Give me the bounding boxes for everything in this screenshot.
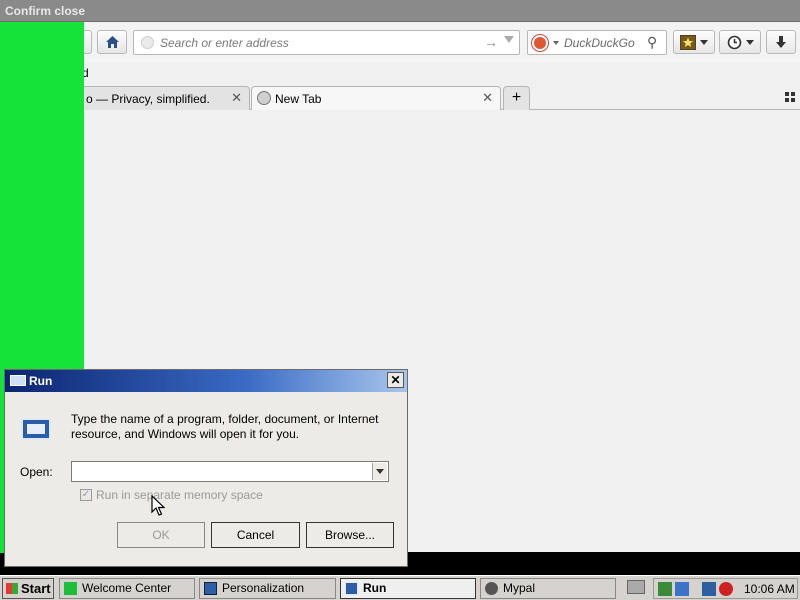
chevron-down-icon — [700, 39, 708, 45]
mouse-cursor-icon — [151, 495, 165, 516]
close-button[interactable]: ✕ — [387, 372, 404, 388]
network-status-icon[interactable] — [675, 582, 689, 596]
taskbar-item-mypal[interactable]: Mypal — [480, 578, 616, 599]
go-arrow-icon[interactable]: → — [484, 34, 498, 50]
bookmark-star-icon — [680, 34, 696, 50]
volume-muted-icon[interactable] — [719, 582, 733, 596]
address-bar[interactable]: Search or enter address → — [133, 30, 520, 55]
tab-title: New Tab — [275, 92, 322, 106]
network-icon[interactable] — [702, 582, 716, 596]
welcome-center-icon — [64, 582, 77, 595]
system-tray: 10:06 AM — [653, 578, 798, 599]
tab-duckduckgo[interactable]: o — Privacy, simplified. ✕ — [60, 86, 250, 110]
run-icon — [345, 582, 358, 595]
taskbar-item-personalization[interactable]: Personalization — [199, 578, 336, 599]
confirm-close-titlebar: Confirm close — [0, 0, 800, 22]
confirm-close-title: Confirm close — [5, 4, 86, 18]
keyboard-icon[interactable] — [627, 580, 645, 594]
start-button[interactable]: Start — [2, 578, 54, 599]
history-dropdown-icon[interactable] — [504, 36, 514, 43]
globe-icon — [141, 36, 154, 49]
separate-memory-checkbox[interactable]: ✓ — [80, 489, 92, 501]
task-label: Mypal — [503, 581, 536, 595]
address-placeholder: Search or enter address — [160, 36, 289, 50]
clock[interactable]: 10:06 AM — [744, 582, 795, 596]
open-dropdown-button[interactable] — [372, 463, 387, 480]
tab-groups-icon[interactable] — [785, 92, 795, 102]
ok-button[interactable]: OK — [117, 522, 205, 548]
navigation-toolbar: Search or enter address → DuckDuckGo ⚲ — [0, 22, 800, 62]
download-arrow-icon — [776, 36, 786, 48]
task-label: Personalization — [222, 581, 305, 595]
taskbar-item-welcome-center[interactable]: Welcome Center — [59, 578, 195, 599]
start-label: Start — [21, 581, 51, 596]
chevron-down-icon — [745, 39, 754, 45]
search-engine-placeholder: DuckDuckGo — [564, 36, 635, 50]
separate-memory-label: Run in separate memory space — [96, 488, 263, 502]
tab-new-tab[interactable]: New Tab ✕ — [251, 86, 501, 111]
globe-icon — [257, 91, 271, 105]
security-shield-icon[interactable] — [658, 582, 672, 596]
tab-title: o — Privacy, simplified. — [86, 92, 210, 106]
chevron-down-icon — [376, 469, 384, 474]
task-label: Welcome Center — [82, 581, 172, 595]
open-label: Open: — [20, 465, 53, 479]
windows-logo-icon — [6, 583, 18, 594]
run-title-icon — [10, 375, 26, 386]
open-combobox[interactable] — [71, 461, 389, 482]
run-dialog: Run ✕ Type the name of a program, folder… — [4, 369, 408, 567]
cancel-button[interactable]: Cancel — [211, 522, 300, 548]
open-input[interactable] — [74, 464, 369, 479]
tab-close-icon[interactable]: ✕ — [231, 90, 242, 106]
taskbar-item-run[interactable]: Run — [340, 578, 476, 599]
run-titlebar[interactable]: Run ✕ — [5, 370, 407, 392]
bookmarks-button[interactable] — [673, 30, 715, 54]
clock-icon — [727, 35, 741, 49]
browse-button[interactable]: Browse... — [306, 522, 394, 548]
tab-strip: o — Privacy, simplified. ✕ New Tab ✕ + — [0, 86, 800, 111]
tab-close-icon[interactable]: ✕ — [482, 90, 493, 106]
new-tab-button[interactable]: + — [503, 86, 530, 110]
home-button[interactable] — [97, 30, 127, 54]
run-title: Run — [29, 374, 53, 388]
engine-caret-icon[interactable] — [553, 41, 559, 45]
search-icon[interactable]: ⚲ — [647, 34, 657, 51]
home-icon — [105, 36, 119, 48]
run-program-icon — [21, 418, 51, 440]
personalization-icon — [204, 582, 217, 595]
downloads-button[interactable] — [766, 30, 796, 54]
duckduckgo-icon[interactable] — [532, 35, 548, 51]
history-button[interactable] — [719, 30, 761, 54]
task-label: Run — [363, 581, 387, 595]
run-description: Type the name of a program, folder, docu… — [71, 412, 379, 441]
mypal-icon — [485, 582, 498, 595]
taskbar: Start Welcome Center Personalization Run… — [0, 575, 800, 600]
search-bar[interactable]: DuckDuckGo ⚲ — [527, 30, 667, 55]
